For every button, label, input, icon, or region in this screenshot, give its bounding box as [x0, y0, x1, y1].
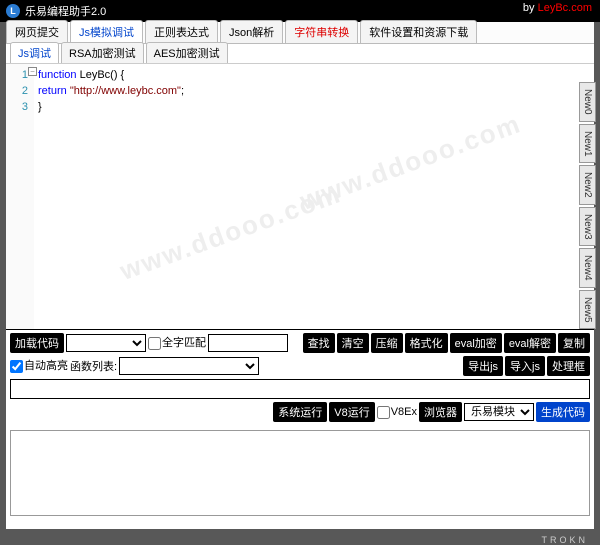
- side-tabs: New0 New1 New2 New3 New4 New5: [579, 82, 596, 331]
- sub-tabs: Js调试 RSA加密测试 AES加密测试: [6, 44, 594, 64]
- module-combo[interactable]: 乐易模块: [464, 403, 534, 421]
- subtab-rsa[interactable]: RSA加密测试: [61, 42, 144, 63]
- load-combo[interactable]: [66, 334, 146, 352]
- window-title: 乐易编程助手2.0: [25, 3, 106, 19]
- sidetab-new4[interactable]: New4: [579, 248, 596, 288]
- watermark: www.ddooo.com: [118, 185, 342, 280]
- credit-site: LeyBc.com: [538, 2, 592, 14]
- toolbar: 加载代码 全字匹配 查找 清空 压缩 格式化 eval加密 eval解密 复制 …: [6, 329, 594, 428]
- output-box[interactable]: [10, 430, 590, 516]
- wholeword-checkbox[interactable]: 全字匹配: [148, 337, 206, 350]
- handler-button[interactable]: 处理框: [547, 356, 590, 376]
- code-area[interactable]: function LeyBc() { return "http://www.le…: [34, 64, 594, 329]
- credit-by: by: [523, 2, 535, 14]
- evaldec-button[interactable]: eval解密: [504, 333, 556, 353]
- tab-settings[interactable]: 软件设置和资源下载: [360, 20, 477, 43]
- code-editor[interactable]: − 1 2 3 function LeyBc() { return "http:…: [6, 64, 594, 329]
- fnlist-label: 函数列表:: [70, 358, 117, 374]
- tab-json[interactable]: Json解析: [220, 20, 283, 43]
- main-tabs: 网页提交 Js模拟调试 正则表达式 Json解析 字符串转换 软件设置和资源下载: [6, 22, 594, 44]
- sidetab-new5[interactable]: New5: [579, 290, 596, 330]
- sidetab-new2[interactable]: New2: [579, 165, 596, 205]
- tab-regex[interactable]: 正则表达式: [145, 20, 218, 43]
- watermark: www.ddooo.com: [298, 115, 522, 210]
- command-input[interactable]: [10, 379, 590, 399]
- tab-jsdebug[interactable]: Js模拟调试: [70, 20, 143, 43]
- line-gutter: 1 2 3: [6, 64, 34, 329]
- tab-webpage[interactable]: 网页提交: [6, 20, 68, 43]
- v8ex-checkbox[interactable]: V8Ex: [377, 406, 417, 419]
- copy-button[interactable]: 复制: [558, 333, 590, 353]
- sidetab-new3[interactable]: New3: [579, 207, 596, 247]
- find-button[interactable]: 查找: [303, 333, 335, 353]
- find-input[interactable]: [208, 334, 288, 352]
- evalenc-button[interactable]: eval加密: [450, 333, 502, 353]
- load-code-button[interactable]: 加载代码: [10, 333, 64, 353]
- gencode-button[interactable]: 生成代码: [536, 402, 590, 422]
- sidetab-new1[interactable]: New1: [579, 124, 596, 164]
- app-logo-icon: L: [6, 4, 20, 18]
- subtab-jsdebug[interactable]: Js调试: [10, 42, 59, 63]
- autohl-checkbox[interactable]: 自动高亮: [10, 360, 68, 373]
- title-bar: L 乐易编程助手2.0: [0, 0, 600, 22]
- format-button[interactable]: 格式化: [405, 333, 448, 353]
- exportjs-button[interactable]: 导出js: [463, 356, 503, 376]
- v8run-button[interactable]: V8运行: [329, 402, 374, 422]
- tab-strconv[interactable]: 字符串转换: [285, 20, 358, 43]
- sidetab-new0[interactable]: New0: [579, 82, 596, 122]
- compress-button[interactable]: 压缩: [371, 333, 403, 353]
- subtab-aes[interactable]: AES加密测试: [146, 42, 228, 63]
- app-body: 网页提交 Js模拟调试 正则表达式 Json解析 字符串转换 软件设置和资源下载…: [6, 22, 594, 529]
- browser-button[interactable]: 浏览器: [419, 402, 462, 422]
- sysrun-button[interactable]: 系统运行: [273, 402, 327, 422]
- clear-button[interactable]: 清空: [337, 333, 369, 353]
- fnlist-combo[interactable]: [119, 357, 259, 375]
- footer-brand: TROKN: [542, 535, 589, 545]
- importjs-button[interactable]: 导入js: [505, 356, 545, 376]
